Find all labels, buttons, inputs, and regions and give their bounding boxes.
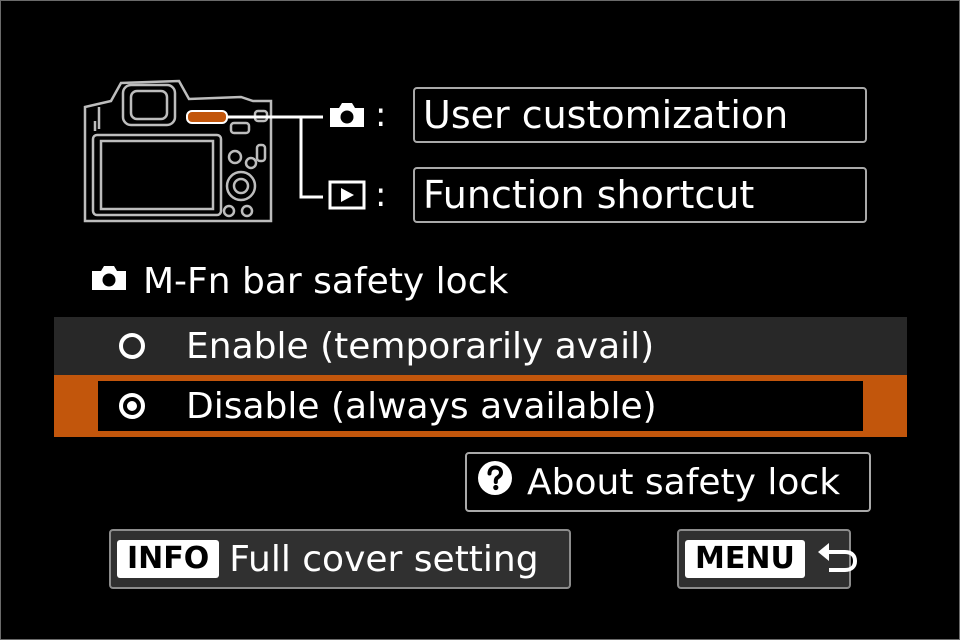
about-safety-lock-label: About safety lock <box>527 461 841 503</box>
option-label: Disable (always available) <box>186 385 657 427</box>
playback-mapping-value: Function shortcut <box>413 167 867 223</box>
camera-menu-screen: : User customization : Function shortcut… <box>0 0 960 640</box>
radio-checked-icon <box>116 390 148 422</box>
mfn-bar-marker <box>186 110 228 124</box>
menu-key: MENU <box>685 540 805 578</box>
info-button-label: Full cover setting <box>229 538 539 580</box>
menu-back-button[interactable]: MENU <box>677 529 857 589</box>
option-enable[interactable]: Enable (temporarily avail) <box>54 317 907 375</box>
separator-colon: : <box>375 175 387 215</box>
separator-colon: : <box>375 95 387 135</box>
section-title-label: M-Fn bar safety lock <box>143 261 509 302</box>
info-full-cover-button[interactable]: INFO Full cover setting <box>109 529 571 589</box>
question-icon <box>477 460 513 505</box>
info-key: INFO <box>117 540 220 578</box>
shooting-mode-mapping: : User customization <box>323 87 867 143</box>
about-safety-lock-button[interactable]: About safety lock <box>465 452 871 512</box>
radio-unchecked-icon <box>116 330 148 362</box>
playback-icon <box>323 177 371 213</box>
camera-icon <box>89 261 129 302</box>
option-label: Enable (temporarily avail) <box>186 325 655 367</box>
option-disable[interactable]: Disable (always available) <box>54 375 907 437</box>
playback-mode-mapping: : Function shortcut <box>323 167 867 223</box>
shooting-mapping-value: User customization <box>413 87 867 143</box>
back-arrow-icon <box>815 540 861 578</box>
section-title: M-Fn bar safety lock <box>89 261 508 302</box>
camera-icon <box>323 97 371 133</box>
